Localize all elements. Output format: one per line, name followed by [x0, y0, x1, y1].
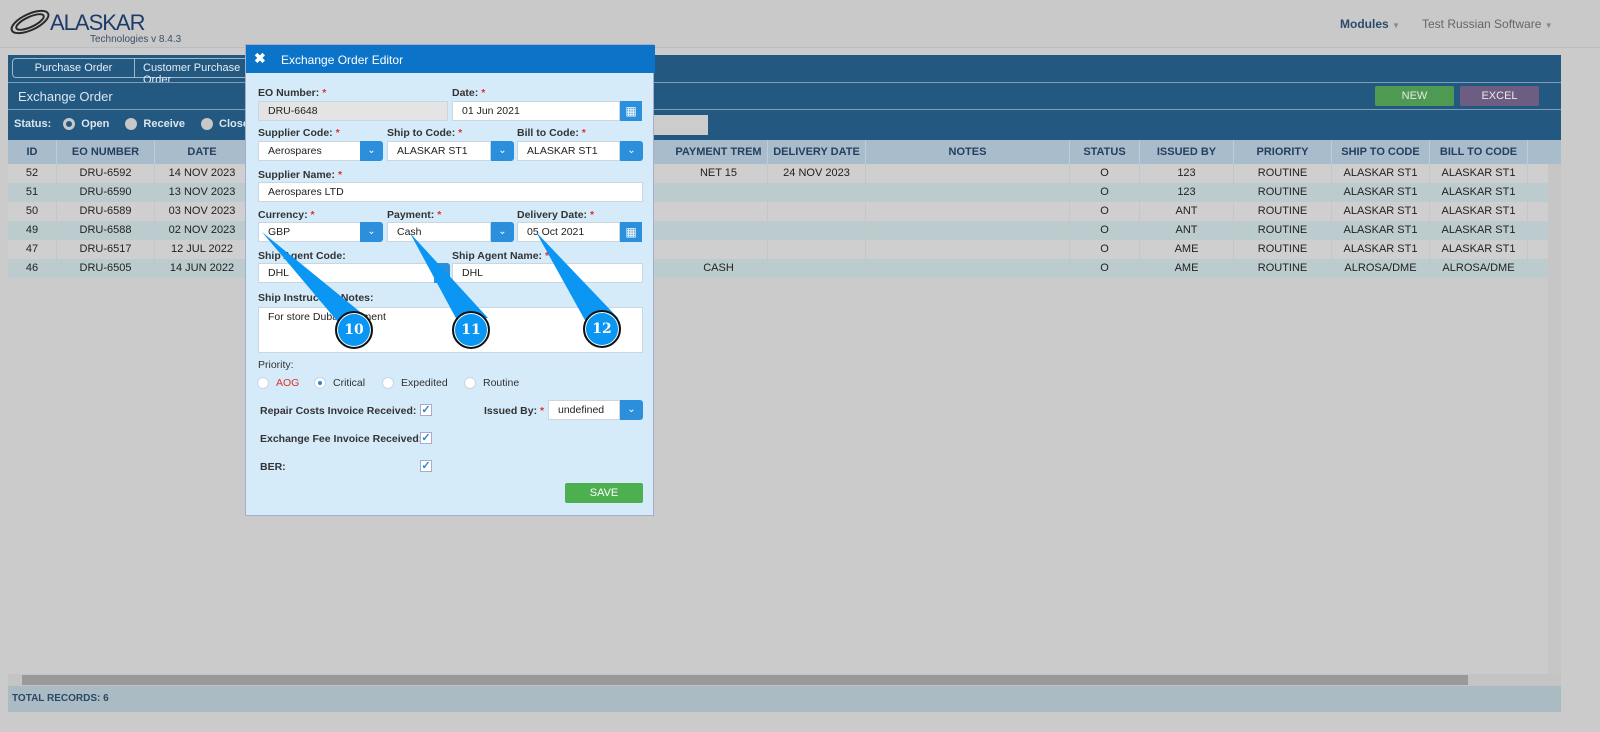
annotation-pointer-10: [262, 232, 370, 322]
annotation-badge-10: 10: [335, 311, 373, 349]
annotation-pointer-11: [410, 233, 488, 322]
annotation-badge-12: 12: [583, 310, 621, 348]
annotation-badge-11: 11: [452, 311, 490, 349]
annotation-pointer-12: [536, 232, 618, 322]
annotation-pointers: [262, 232, 618, 322]
